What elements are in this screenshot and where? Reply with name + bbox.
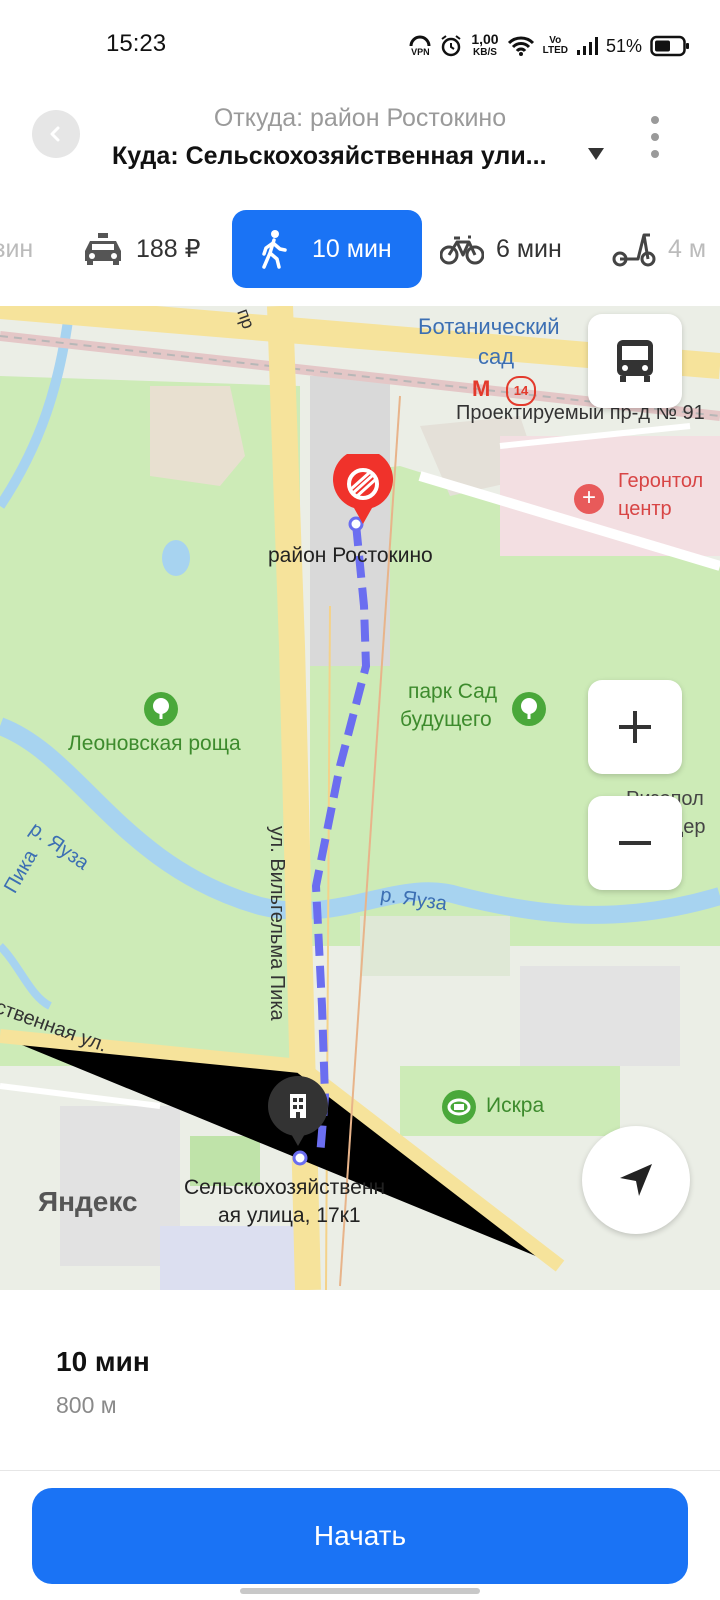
tab-scooter-label: 4 м <box>668 234 707 263</box>
volte-indicator: Vo LTED <box>543 36 568 56</box>
vpn-label: VPN <box>411 47 430 57</box>
park-icon <box>144 692 178 726</box>
tab-scooter[interactable]: 4 м <box>612 210 706 288</box>
label-start-place: район Ростокино <box>268 544 433 567</box>
home-indicator[interactable] <box>240 1588 480 1594</box>
label-botanical-2: сад <box>478 344 515 369</box>
locate-icon <box>620 1164 652 1196</box>
label-botanical: Ботанический <box>418 314 560 339</box>
building-pin-icon[interactable] <box>266 1076 330 1148</box>
start-button[interactable]: Начать <box>32 1488 688 1584</box>
tab-transit[interactable]: зин <box>0 210 33 288</box>
locate-me-button[interactable] <box>582 1126 690 1234</box>
zoom-out-icon <box>619 841 651 845</box>
label-destination-2: ая улица, 17к1 <box>218 1204 361 1227</box>
network-speed: 1,00 KB/S <box>471 31 499 59</box>
bus-icon <box>617 340 653 382</box>
taxi-icon <box>85 233 121 265</box>
label-iskra: Искра <box>486 1094 545 1117</box>
label-geront-2: центр <box>618 498 672 520</box>
zoom-in-button[interactable] <box>588 680 682 774</box>
battery-icon <box>650 35 690 57</box>
tab-walk[interactable]: 10 мин <box>232 210 422 288</box>
alarm-icon <box>439 34 463 58</box>
vpn-icon: VPN <box>409 35 431 57</box>
speed-unit: KB/S <box>473 47 497 58</box>
transport-tabs: зин 188 ₽ 10 мин 6 мин 4 м <box>0 210 720 288</box>
stadium-icon <box>442 1090 476 1124</box>
tab-bike[interactable]: 6 мин <box>440 210 562 288</box>
yandex-logo: Яндекс <box>38 1186 138 1217</box>
route-distance: 800 м <box>56 1392 117 1418</box>
zoom-out-button[interactable] <box>588 796 682 890</box>
zoom-in-icon <box>619 711 651 743</box>
volte-line-2: LTED <box>542 45 568 56</box>
label-geront: Геронтол <box>618 470 704 492</box>
start-pin-icon[interactable] <box>332 449 394 526</box>
tab-walk-label: 10 мин <box>312 234 392 263</box>
status-icons: VPN 1,00 KB/S Vo LTED 51% <box>409 30 690 62</box>
map-view[interactable]: Ботанический сад M 14 Проектируемый пр-д… <box>0 306 720 1290</box>
label-leonov: Леоновская роща <box>68 732 241 755</box>
metro-icon: M <box>472 376 491 401</box>
label-park: парк Сад <box>408 680 498 703</box>
label-street-pika: ул. Вильгельма Пика <box>266 826 288 1021</box>
scooter-icon <box>612 233 656 267</box>
route-from[interactable]: Откуда: район Ростокино <box>0 104 720 133</box>
route-duration: 10 мин <box>56 1346 150 1377</box>
bike-icon <box>440 235 484 265</box>
speed-value: 1,00 <box>471 31 499 47</box>
battery-level: 51% <box>605 35 642 56</box>
hospital-icon: + <box>574 484 604 514</box>
more-icon[interactable] <box>648 116 662 158</box>
route-to[interactable]: Куда: Сельскохозяйственная ули... <box>112 142 547 171</box>
walk-icon <box>262 230 287 269</box>
signal-icon <box>576 36 598 56</box>
wifi-icon <box>507 35 535 57</box>
divider <box>0 1470 720 1471</box>
caret-down-icon[interactable] <box>588 148 604 160</box>
tab-bike-label: 6 мин <box>496 234 562 263</box>
tab-taxi-label: 188 ₽ <box>136 235 201 263</box>
transit-layer-button[interactable] <box>588 314 682 408</box>
tab-taxi[interactable]: 188 ₽ <box>82 210 201 288</box>
label-park-2: будущего <box>400 708 492 731</box>
status-time: 15:23 <box>106 30 167 57</box>
tab-transit-label: зин <box>0 234 34 263</box>
park-icon <box>512 692 546 726</box>
label-destination: Сельскохозяйственн <box>184 1176 386 1199</box>
